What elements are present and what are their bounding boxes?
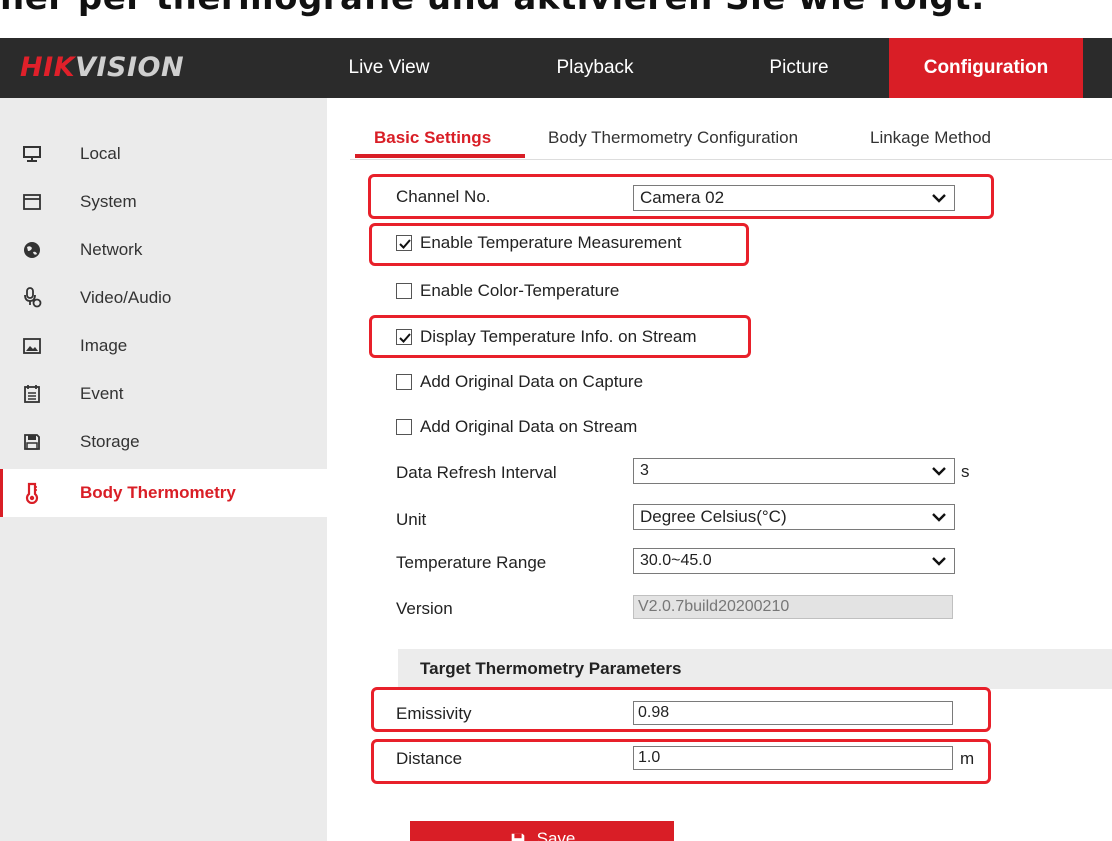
refresh-interval-select[interactable]: 3 bbox=[633, 458, 955, 484]
active-tab-indicator bbox=[355, 154, 525, 158]
unit-select-value: Degree Celsius(°C) bbox=[640, 507, 787, 526]
top-header: HIKVISION Live View Playback Picture Con… bbox=[0, 38, 1112, 98]
checkbox-box[interactable] bbox=[396, 374, 412, 390]
target-thermometry-section: Target Thermometry Parameters bbox=[398, 649, 1112, 689]
sidebar-item-label: Storage bbox=[80, 432, 140, 451]
temperature-range-label: Temperature Range bbox=[396, 553, 547, 572]
unit-label: Unit bbox=[396, 510, 427, 529]
page-caption: ner per thermografie und aktivieren Sie … bbox=[0, 0, 1112, 18]
section-title: Target Thermometry Parameters bbox=[420, 659, 682, 678]
checkbox-label: Enable Temperature Measurement bbox=[420, 233, 682, 252]
chevron-down-icon bbox=[932, 194, 946, 203]
checkbox-box[interactable] bbox=[396, 329, 412, 345]
checkbox-box[interactable] bbox=[396, 419, 412, 435]
image-icon bbox=[22, 336, 42, 356]
microphone-icon bbox=[22, 287, 42, 308]
chevron-down-icon bbox=[932, 557, 946, 566]
refresh-interval-label: Data Refresh Interval bbox=[396, 463, 557, 482]
sidebar-item-body-thermometry[interactable]: Body Thermometry bbox=[0, 469, 327, 517]
channel-select-value: Camera 02 bbox=[640, 188, 725, 207]
logo-vision-text: VISION bbox=[75, 52, 185, 83]
tab-linkage-method[interactable]: Linkage Method bbox=[870, 128, 991, 148]
monitor-icon bbox=[22, 144, 42, 164]
sidebar-item-video-audio[interactable]: Video/Audio bbox=[0, 274, 327, 322]
refresh-interval-value: 3 bbox=[640, 462, 649, 479]
sidebar-item-label: Local bbox=[80, 144, 121, 163]
refresh-interval-unit: s bbox=[961, 462, 970, 481]
window-icon bbox=[22, 192, 42, 212]
nav-live-view[interactable]: Live View bbox=[328, 38, 450, 98]
sidebar-item-event[interactable]: Event bbox=[0, 370, 327, 418]
version-field: V2.0.7build20200210 bbox=[633, 595, 953, 619]
globe-icon bbox=[22, 240, 42, 260]
sidebar-item-label: Image bbox=[80, 336, 128, 355]
enable-temperature-measurement-checkbox[interactable]: Enable Temperature Measurement bbox=[396, 233, 681, 253]
version-label: Version bbox=[396, 599, 453, 618]
distance-label: Distance bbox=[396, 749, 463, 768]
save-button[interactable]: Save bbox=[410, 821, 674, 841]
sidebar-item-storage[interactable]: Storage bbox=[0, 418, 327, 466]
nav-playback[interactable]: Playback bbox=[520, 38, 670, 98]
temperature-range-select[interactable]: 30.0~45.0 bbox=[633, 548, 955, 574]
emissivity-input[interactable]: 0.98 bbox=[633, 701, 953, 725]
checkbox-label: Add Original Data on Stream bbox=[420, 417, 638, 436]
checkbox-label: Display Temperature Info. on Stream bbox=[420, 327, 697, 346]
tab-basic-settings[interactable]: Basic Settings bbox=[374, 128, 491, 148]
sidebar-item-image[interactable]: Image bbox=[0, 322, 327, 370]
checkbox-label: Enable Color-Temperature bbox=[420, 281, 620, 300]
channel-select[interactable]: Camera 02 bbox=[633, 185, 955, 211]
distance-input[interactable]: 1.0 bbox=[633, 746, 953, 770]
calendar-icon bbox=[22, 384, 42, 404]
sidebar-item-label: Body Thermometry bbox=[80, 483, 236, 502]
add-original-data-capture-checkbox[interactable]: Add Original Data on Capture bbox=[396, 372, 643, 392]
checkbox-box[interactable] bbox=[396, 235, 412, 251]
sidebar-item-label: Event bbox=[80, 384, 124, 403]
sidebar-item-system[interactable]: System bbox=[0, 178, 327, 226]
save-button-label: Save bbox=[536, 829, 576, 841]
sidebar-item-label: System bbox=[80, 192, 137, 211]
hikvision-logo: HIKVISION bbox=[20, 52, 184, 83]
floppy-icon bbox=[22, 432, 42, 452]
temperature-range-value: 30.0~45.0 bbox=[640, 552, 712, 569]
sidebar-item-local[interactable]: Local bbox=[0, 130, 327, 178]
channel-label: Channel No. bbox=[396, 187, 491, 206]
sidebar-item-network[interactable]: Network bbox=[0, 226, 327, 274]
display-temperature-info-checkbox[interactable]: Display Temperature Info. on Stream bbox=[396, 327, 697, 347]
checkbox-box[interactable] bbox=[396, 283, 412, 299]
floppy-icon bbox=[511, 833, 524, 841]
enable-color-temperature-checkbox[interactable]: Enable Color-Temperature bbox=[396, 281, 619, 301]
tab-body-thermometry-configuration[interactable]: Body Thermometry Configuration bbox=[548, 128, 798, 148]
logo-hik-text: HIK bbox=[20, 52, 76, 83]
checkbox-label: Add Original Data on Capture bbox=[420, 372, 644, 391]
sidebar-item-label: Video/Audio bbox=[80, 288, 172, 307]
nav-picture[interactable]: Picture bbox=[712, 38, 886, 98]
emissivity-label: Emissivity bbox=[396, 704, 472, 723]
chevron-down-icon bbox=[932, 513, 946, 522]
distance-unit: m bbox=[960, 749, 975, 768]
sidebar: Local System Network Video/Audio Image E… bbox=[0, 98, 327, 841]
tab-bar: Basic Settings Body Thermometry Configur… bbox=[350, 118, 1112, 160]
add-original-data-stream-checkbox[interactable]: Add Original Data on Stream bbox=[396, 417, 637, 437]
chevron-down-icon bbox=[932, 467, 946, 476]
thermometer-icon bbox=[22, 482, 42, 504]
unit-select[interactable]: Degree Celsius(°C) bbox=[633, 504, 955, 530]
sidebar-item-label: Network bbox=[80, 240, 143, 259]
nav-configuration[interactable]: Configuration bbox=[889, 38, 1083, 98]
